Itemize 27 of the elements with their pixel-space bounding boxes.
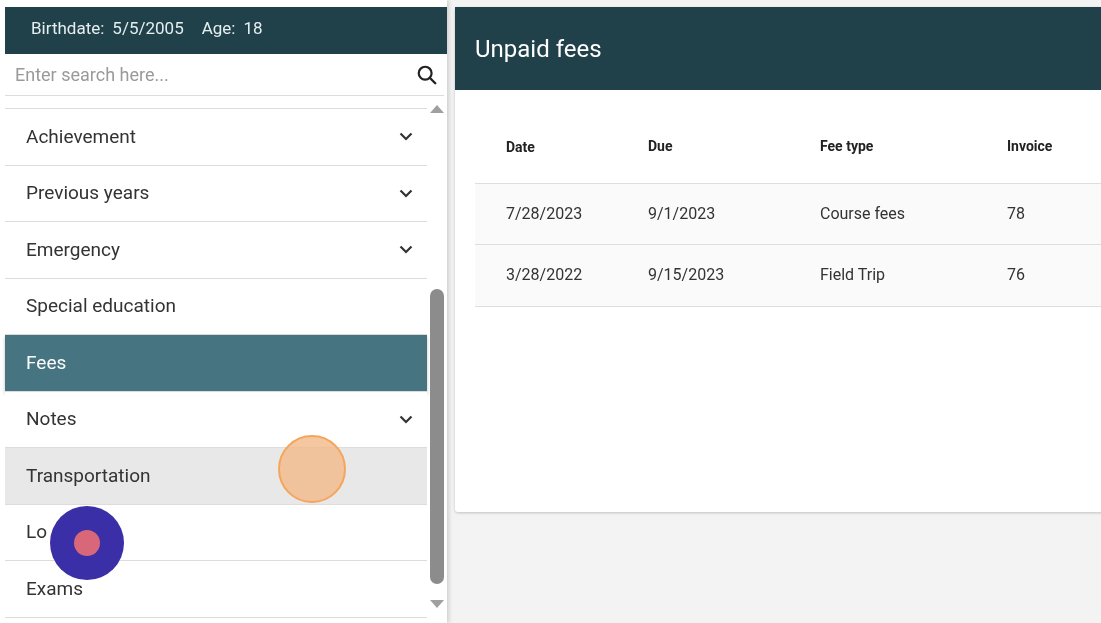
search-icon[interactable]	[416, 63, 438, 86]
age-label: Age:	[201, 16, 236, 40]
table-cell: 76	[1007, 244, 1101, 306]
menu-item[interactable]: Fees	[5, 335, 427, 392]
chevron-down-icon[interactable]	[399, 188, 413, 198]
birthdate-label: Birthdate:	[31, 16, 105, 40]
column-header[interactable]: Invoice	[1007, 110, 1101, 183]
column-header[interactable]: Due	[648, 110, 820, 183]
table-cell: 3/28/2022	[475, 244, 648, 306]
table-cell: Course fees	[820, 183, 1007, 245]
column-header[interactable]: Fee type	[820, 110, 1007, 183]
table-cell: 78	[1007, 183, 1101, 245]
scroll-down-icon[interactable]	[430, 600, 444, 609]
column-header[interactable]: Date	[475, 110, 648, 183]
table-cell: Field Trip	[820, 244, 1007, 306]
table-cell: 7/28/2023	[475, 183, 648, 245]
age-value: 18	[243, 16, 263, 40]
table-cell: 9/15/2023	[648, 244, 820, 306]
scrollbar-thumb[interactable]	[430, 289, 444, 584]
card-title: Unpaid fees	[475, 33, 602, 65]
search-field[interactable]: Enter search here...	[5, 54, 416, 95]
chevron-down-icon[interactable]	[399, 132, 413, 142]
birthdate-value: 5/5/2005	[112, 16, 184, 40]
scroll-up-icon[interactable]	[430, 104, 444, 113]
chevron-down-icon[interactable]	[399, 414, 413, 424]
table-cell: 9/1/2023	[648, 183, 820, 245]
chevron-down-icon[interactable]	[399, 245, 413, 255]
